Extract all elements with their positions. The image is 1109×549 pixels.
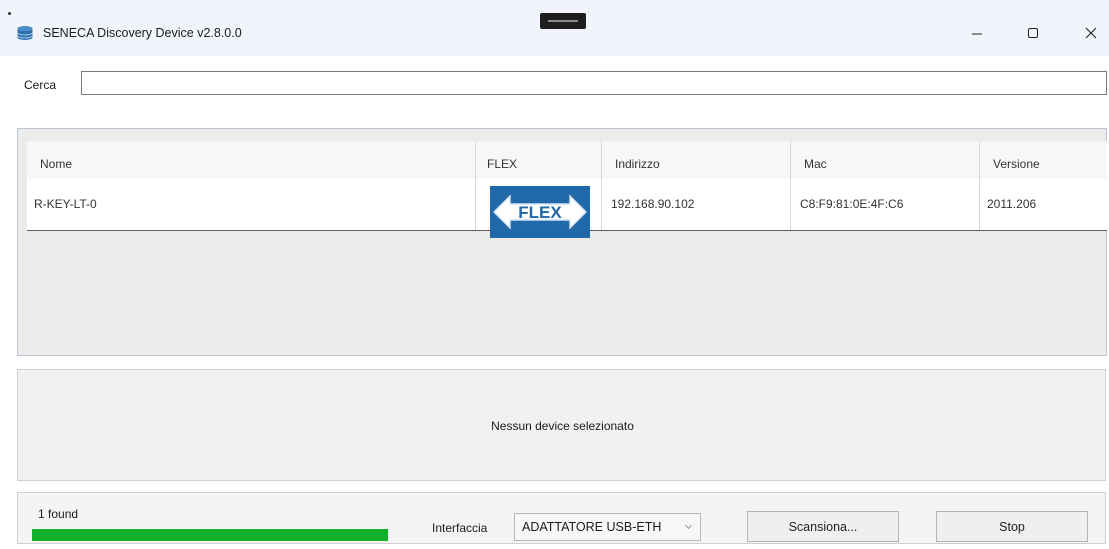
column-divider[interactable] [601, 141, 602, 230]
column-divider[interactable] [979, 141, 980, 230]
device-table: Nome FLEX Indirizzo Mac Versione R-KEY-L… [27, 141, 1107, 238]
column-header-indirizzo[interactable]: Indirizzo [615, 157, 660, 171]
column-header-flex[interactable]: FLEX [487, 157, 517, 171]
stop-button[interactable]: Stop [936, 511, 1088, 542]
search-input[interactable] [81, 71, 1107, 95]
cell-versione: 2011.206 [987, 197, 1037, 211]
maximize-button[interactable] [1018, 20, 1048, 46]
chevron-down-icon [685, 524, 692, 530]
column-header-nome[interactable]: Nome [40, 157, 72, 171]
drag-handle-grip [548, 20, 578, 22]
no-device-message: Nessun device selezionato [491, 419, 634, 433]
window-dot [8, 12, 11, 15]
interface-select[interactable]: ADATTATORE USB-ETH [514, 513, 701, 541]
cell-nome: R-KEY-LT-0 [34, 197, 97, 211]
column-divider[interactable] [475, 141, 476, 230]
scan-button[interactable]: Scansiona... [747, 511, 899, 542]
column-header-mac[interactable]: Mac [804, 157, 827, 171]
scan-progress-fill [32, 529, 388, 541]
database-icon [17, 26, 33, 40]
column-header-versione[interactable]: Versione [993, 157, 1040, 171]
search-label: Cerca [24, 78, 57, 92]
status-bar: 1 found Interfaccia ADATTATORE USB-ETH S… [17, 492, 1106, 544]
interface-label: Interfaccia [432, 521, 488, 535]
device-grid: Nome FLEX Indirizzo Mac Versione R-KEY-L… [17, 128, 1107, 356]
scan-progress-bar [32, 529, 388, 541]
device-detail-panel: Nessun device selezionato [17, 369, 1106, 481]
close-icon [1085, 27, 1097, 39]
flex-logo-text: FLEX [518, 203, 562, 222]
table-header [27, 141, 1107, 179]
cell-mac: C8:F9:81:0E:4F:C6 [800, 197, 904, 211]
cell-indirizzo: 192.168.90.102 [611, 197, 695, 211]
close-button[interactable] [1076, 20, 1106, 46]
interface-select-value: ADATTATORE USB-ETH [522, 520, 662, 534]
maximize-icon [1028, 28, 1038, 38]
title-bar: SENECA Discovery Device v2.8.0.0 [0, 0, 1109, 56]
minimize-button[interactable] [962, 20, 992, 46]
found-count: 1 found [38, 507, 79, 521]
window-title: SENECA Discovery Device v2.8.0.0 [43, 26, 242, 40]
flex-logo: FLEX [490, 186, 590, 238]
minimize-icon [972, 33, 982, 35]
column-divider[interactable] [790, 141, 791, 230]
